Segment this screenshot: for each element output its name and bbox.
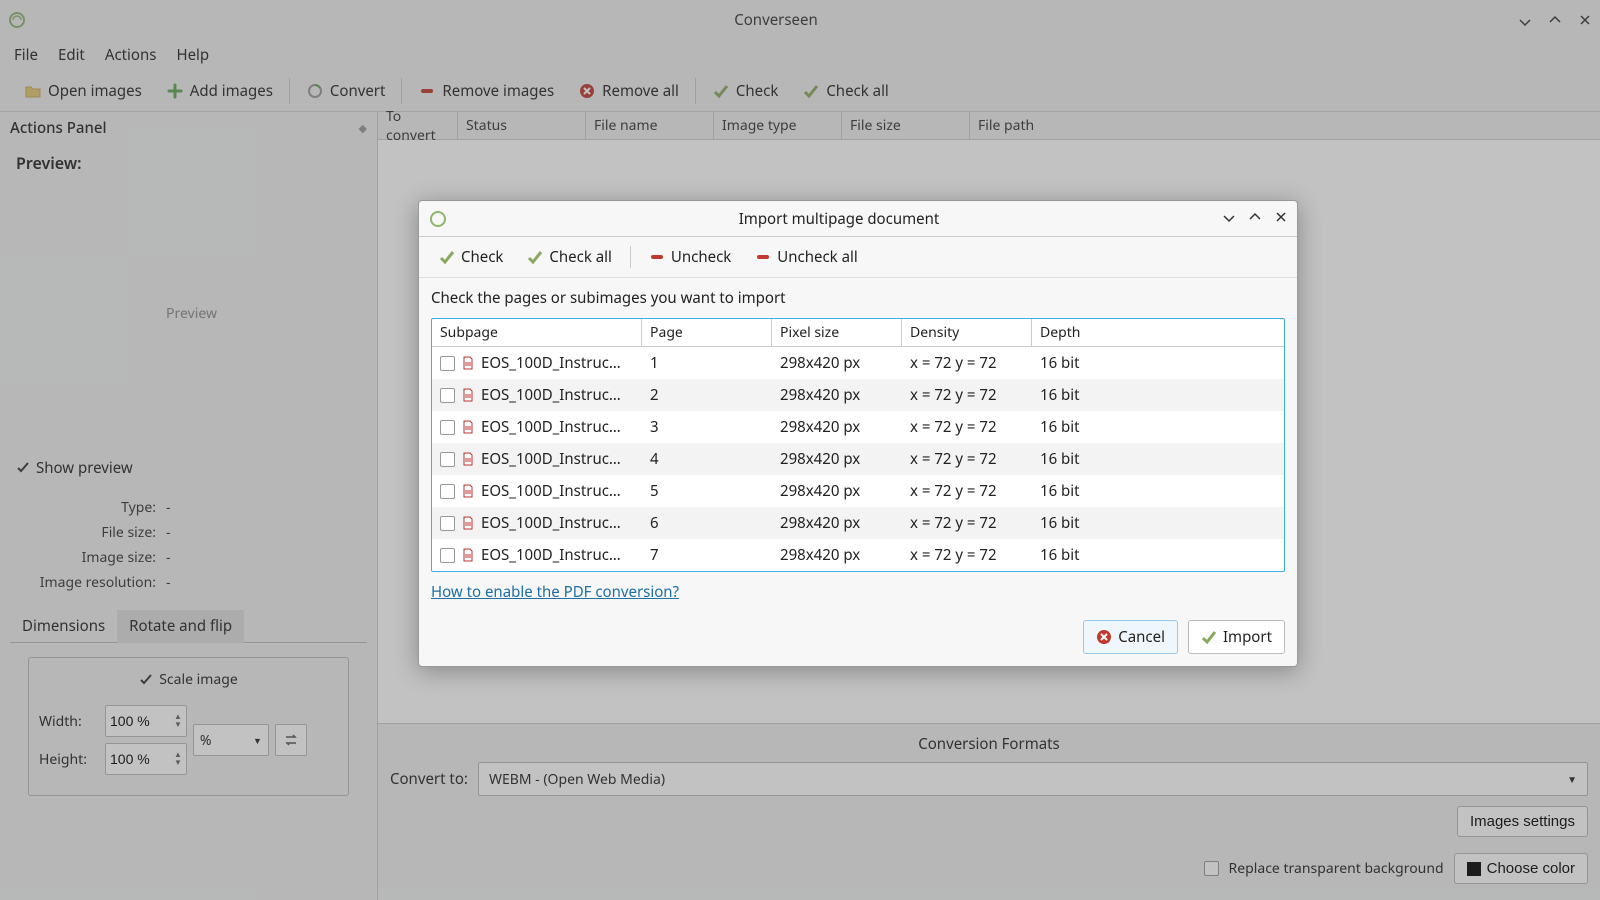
- table-row[interactable]: EOS_100D_Instruc… 6298x420 pxx = 72 y = 7…: [432, 507, 1284, 539]
- minus-icon: [649, 249, 665, 265]
- row-name: EOS_100D_Instruc…: [481, 513, 621, 533]
- row-name: EOS_100D_Instruc…: [481, 353, 621, 373]
- toolbar-separator: [630, 246, 631, 268]
- dialog-table-header: Subpage Page Pixel size Density Depth: [432, 319, 1284, 347]
- check-icon: [439, 249, 455, 265]
- dialog-maximize-icon[interactable]: [1249, 209, 1261, 228]
- check-icon: [527, 249, 543, 265]
- row-checkbox[interactable]: [440, 420, 455, 435]
- col-pixel-size[interactable]: Pixel size: [772, 319, 902, 346]
- row-size: 298x420 px: [772, 545, 902, 565]
- row-density: x = 72 y = 72: [902, 481, 1032, 501]
- row-size: 298x420 px: [772, 449, 902, 469]
- check-icon: [1201, 629, 1217, 645]
- row-depth: 16 bit: [1032, 385, 1284, 405]
- import-multipage-dialog: Import multipage document Check Check al…: [418, 200, 1298, 667]
- table-row[interactable]: EOS_100D_Instruc… 3298x420 pxx = 72 y = 7…: [432, 411, 1284, 443]
- row-size: 298x420 px: [772, 513, 902, 533]
- row-name: EOS_100D_Instruc…: [481, 545, 621, 565]
- pdf-icon: [461, 420, 475, 434]
- dialog-uncheck-button[interactable]: Uncheck: [639, 243, 741, 271]
- cancel-icon: [1096, 629, 1112, 645]
- row-page: 1: [642, 353, 772, 373]
- row-density: x = 72 y = 72: [902, 417, 1032, 437]
- row-page: 6: [642, 513, 772, 533]
- pdf-icon: [461, 356, 475, 370]
- row-size: 298x420 px: [772, 417, 902, 437]
- dialog-uncheck-all-button[interactable]: Uncheck all: [745, 243, 867, 271]
- col-density[interactable]: Density: [902, 319, 1032, 346]
- row-density: x = 72 y = 72: [902, 545, 1032, 565]
- dialog-close-icon[interactable]: [1275, 209, 1287, 228]
- row-density: x = 72 y = 72: [902, 385, 1032, 405]
- dialog-instruction: Check the pages or subimages you want to…: [419, 278, 1297, 318]
- row-checkbox[interactable]: [440, 356, 455, 371]
- row-page: 2: [642, 385, 772, 405]
- table-row[interactable]: EOS_100D_Instruc… 5298x420 pxx = 72 y = 7…: [432, 475, 1284, 507]
- row-page: 3: [642, 417, 772, 437]
- pdf-icon: [461, 452, 475, 466]
- dialog-table: Subpage Page Pixel size Density Depth EO…: [431, 318, 1285, 572]
- row-checkbox[interactable]: [440, 548, 455, 563]
- row-density: x = 72 y = 72: [902, 513, 1032, 533]
- row-size: 298x420 px: [772, 385, 902, 405]
- table-row[interactable]: EOS_100D_Instruc… 1298x420 pxx = 72 y = 7…: [432, 347, 1284, 379]
- pdf-icon: [461, 484, 475, 498]
- row-page: 5: [642, 481, 772, 501]
- table-row[interactable]: EOS_100D_Instruc… 4298x420 pxx = 72 y = 7…: [432, 443, 1284, 475]
- col-page[interactable]: Page: [642, 319, 772, 346]
- row-page: 4: [642, 449, 772, 469]
- row-depth: 16 bit: [1032, 353, 1284, 373]
- minus-icon: [755, 249, 771, 265]
- row-size: 298x420 px: [772, 481, 902, 501]
- dialog-title: Import multipage document: [455, 209, 1223, 229]
- dialog-app-icon: [429, 210, 447, 228]
- row-checkbox[interactable]: [440, 388, 455, 403]
- pdf-icon: [461, 548, 475, 562]
- col-depth[interactable]: Depth: [1032, 319, 1284, 346]
- row-checkbox[interactable]: [440, 452, 455, 467]
- dialog-toolbar: Check Check all Uncheck Uncheck all: [419, 237, 1297, 278]
- row-size: 298x420 px: [772, 353, 902, 373]
- row-depth: 16 bit: [1032, 513, 1284, 533]
- dialog-titlebar: Import multipage document: [419, 201, 1297, 237]
- row-depth: 16 bit: [1032, 449, 1284, 469]
- dialog-help-link[interactable]: How to enable the PDF conversion?: [419, 572, 1297, 612]
- row-checkbox[interactable]: [440, 484, 455, 499]
- row-name: EOS_100D_Instruc…: [481, 417, 621, 437]
- row-name: EOS_100D_Instruc…: [481, 481, 621, 501]
- pdf-icon: [461, 388, 475, 402]
- table-row[interactable]: EOS_100D_Instruc… 7298x420 pxx = 72 y = 7…: [432, 539, 1284, 571]
- row-density: x = 72 y = 72: [902, 449, 1032, 469]
- row-page: 7: [642, 545, 772, 565]
- table-row[interactable]: EOS_100D_Instruc… 2298x420 pxx = 72 y = 7…: [432, 379, 1284, 411]
- cancel-button[interactable]: Cancel: [1083, 620, 1178, 654]
- dialog-check-all-button[interactable]: Check all: [517, 243, 621, 271]
- dialog-check-button[interactable]: Check: [429, 243, 513, 271]
- row-name: EOS_100D_Instruc…: [481, 449, 621, 469]
- row-depth: 16 bit: [1032, 545, 1284, 565]
- row-name: EOS_100D_Instruc…: [481, 385, 621, 405]
- row-density: x = 72 y = 72: [902, 353, 1032, 373]
- row-checkbox[interactable]: [440, 516, 455, 531]
- col-subpage[interactable]: Subpage: [432, 319, 642, 346]
- import-button[interactable]: Import: [1188, 620, 1285, 654]
- pdf-icon: [461, 516, 475, 530]
- row-depth: 16 bit: [1032, 481, 1284, 501]
- dialog-minimize-icon[interactable]: [1223, 209, 1235, 228]
- row-depth: 16 bit: [1032, 417, 1284, 437]
